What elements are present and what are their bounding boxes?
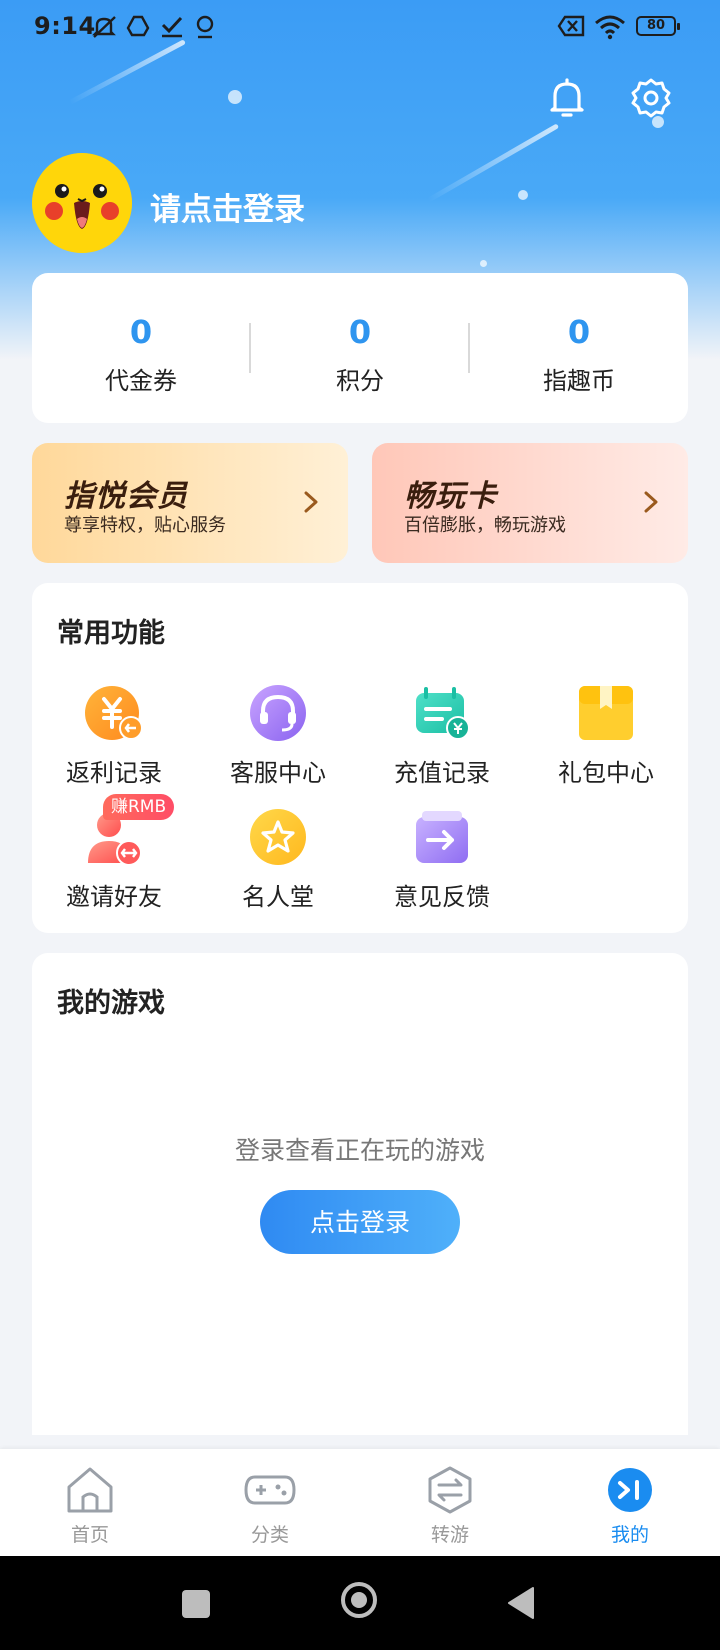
tab-label: 首页 bbox=[70, 1524, 109, 1546]
status-bar: 9:14 80 bbox=[0, 0, 720, 52]
func-customer-service[interactable]: 客服中心 bbox=[196, 683, 360, 801]
func-gift-center[interactable]: 礼包中心 bbox=[524, 683, 688, 801]
no-sim-icon bbox=[557, 15, 585, 37]
promo-title: 指悦会员 bbox=[64, 479, 188, 514]
system-nav-bar bbox=[0, 1556, 720, 1650]
tab-home[interactable]: 首页 bbox=[0, 1449, 180, 1556]
login-prompt[interactable]: 请点击登录 bbox=[150, 184, 305, 229]
stat-label: 代金券 bbox=[105, 367, 177, 395]
wallet-stats-card: 0 代金券 0 积分 0 指趣币 bbox=[32, 273, 688, 423]
chevron-right-icon bbox=[304, 491, 318, 513]
location-icon bbox=[196, 15, 214, 39]
battery-icon: 80 bbox=[636, 16, 680, 36]
back-button[interactable] bbox=[506, 1586, 536, 1620]
login-button[interactable]: 点击登录 bbox=[260, 1190, 460, 1254]
func-invite-friends[interactable]: 邀请好友 bbox=[32, 807, 196, 925]
decor-dot bbox=[480, 260, 487, 267]
promo-title: 畅玩卡 bbox=[404, 479, 497, 514]
tab-mine[interactable]: 我的 bbox=[540, 1449, 720, 1556]
promo-subtitle: 百倍膨胀，畅玩游戏 bbox=[404, 515, 566, 536]
play-card[interactable]: 畅玩卡 百倍膨胀，畅玩游戏 bbox=[372, 443, 688, 563]
pikachu-avatar bbox=[32, 153, 132, 253]
func-label: 充值记录 bbox=[394, 759, 490, 787]
func-label: 邀请好友 bbox=[66, 883, 162, 911]
decor-dot bbox=[518, 190, 528, 200]
recents-button[interactable] bbox=[182, 1590, 210, 1618]
func-recharge-records[interactable]: 充值记录 bbox=[360, 683, 524, 801]
muted-icon bbox=[92, 16, 116, 38]
bell-icon[interactable] bbox=[545, 76, 589, 120]
rebate-icon bbox=[85, 686, 143, 740]
gamepad-icon bbox=[244, 1475, 296, 1505]
stat-label: 指趣币 bbox=[543, 367, 615, 395]
transfer-icon bbox=[428, 1466, 472, 1514]
stat-coins[interactable]: 0 指趣币 bbox=[470, 273, 688, 423]
chevron-right-icon bbox=[644, 491, 658, 513]
bottom-tab-bar: 首页 分类 转游 我的 bbox=[0, 1449, 720, 1556]
drive-icon bbox=[126, 15, 150, 37]
decor-dot bbox=[228, 90, 242, 104]
func-hall-of-fame[interactable]: 名人堂 bbox=[196, 807, 360, 925]
status-time: 9:14 bbox=[34, 12, 96, 40]
feedback-icon bbox=[416, 811, 468, 863]
star-icon bbox=[250, 809, 306, 865]
decor-streak bbox=[426, 123, 560, 203]
tab-label: 转游 bbox=[430, 1524, 469, 1546]
earn-rmb-badge: 赚RMB bbox=[103, 794, 175, 820]
stat-label: 积分 bbox=[336, 367, 384, 395]
func-label: 客服中心 bbox=[230, 759, 326, 787]
stat-points[interactable]: 0 积分 bbox=[251, 273, 469, 423]
empty-games-text: 登录查看正在玩的游戏 bbox=[234, 1136, 485, 1165]
recharge-icon bbox=[416, 687, 470, 740]
stat-value: 0 bbox=[348, 313, 372, 351]
promo-subtitle: 尊享特权，贴心服务 bbox=[64, 515, 226, 536]
wifi-icon bbox=[595, 15, 625, 40]
tab-transfer[interactable]: 转游 bbox=[360, 1449, 540, 1556]
stat-value: 0 bbox=[129, 313, 153, 351]
gear-icon[interactable] bbox=[629, 76, 673, 120]
tab-label: 分类 bbox=[250, 1524, 289, 1546]
home-button-dot bbox=[351, 1592, 367, 1608]
avatar[interactable] bbox=[32, 153, 132, 253]
section-title: 我的游戏 bbox=[57, 988, 165, 1019]
headset-icon bbox=[250, 685, 306, 741]
vip-membership-card[interactable]: 指悦会员 尊享特权，贴心服务 bbox=[32, 443, 348, 563]
tab-label: 我的 bbox=[610, 1524, 649, 1546]
section-title: 常用功能 bbox=[57, 618, 165, 649]
gift-box-icon bbox=[579, 686, 633, 740]
func-label: 意见反馈 bbox=[394, 883, 490, 911]
func-label: 礼包中心 bbox=[558, 759, 654, 787]
func-label: 名人堂 bbox=[242, 883, 314, 911]
func-label: 返利记录 bbox=[66, 759, 162, 787]
profile-logo-icon bbox=[608, 1468, 652, 1512]
home-button[interactable] bbox=[341, 1582, 377, 1618]
check-icon bbox=[161, 16, 183, 38]
tab-categories[interactable]: 分类 bbox=[180, 1449, 360, 1556]
func-rebate-records[interactable]: 返利记录 bbox=[32, 683, 196, 801]
stat-value: 0 bbox=[567, 313, 591, 351]
func-feedback[interactable]: 意见反馈 bbox=[360, 807, 524, 925]
home-icon bbox=[67, 1467, 113, 1513]
stat-vouchers[interactable]: 0 代金券 bbox=[32, 273, 250, 423]
